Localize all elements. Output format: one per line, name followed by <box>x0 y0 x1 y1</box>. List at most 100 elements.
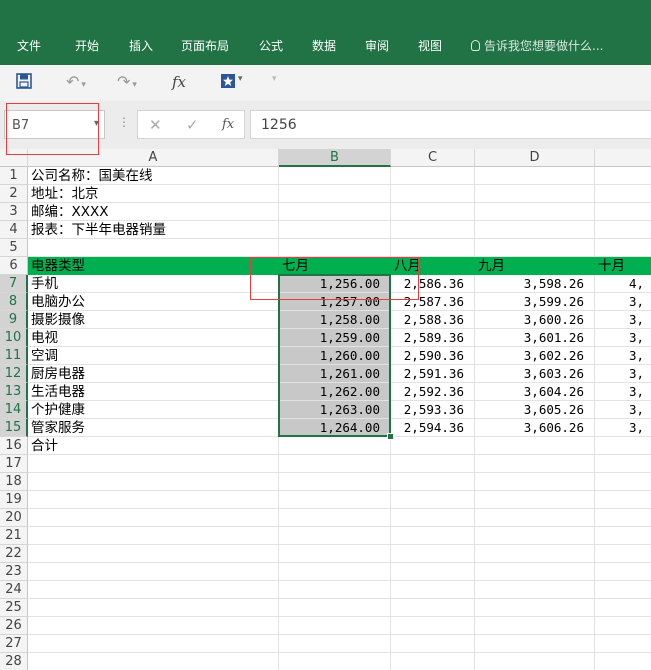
header-cell[interactable]: 九月 <box>475 257 595 275</box>
cell[interactable] <box>391 635 475 653</box>
row-header[interactable]: 3 <box>0 203 28 221</box>
column-header[interactable] <box>595 149 651 167</box>
cell[interactable] <box>279 617 391 635</box>
value-cell[interactable]: 3, <box>595 383 651 401</box>
cell[interactable] <box>279 185 391 203</box>
tab-review[interactable]: 审阅 <box>365 37 389 54</box>
cell[interactable] <box>595 581 651 599</box>
cell[interactable] <box>28 473 279 491</box>
row-header[interactable]: 18 <box>0 473 28 491</box>
row-header[interactable]: 19 <box>0 491 28 509</box>
cell[interactable] <box>279 581 391 599</box>
value-cell[interactable]: 3,606.26 <box>475 419 595 437</box>
cell[interactable] <box>475 167 595 185</box>
row-header[interactable]: 7 <box>0 275 28 293</box>
cell[interactable] <box>595 239 651 257</box>
value-cell[interactable]: 2,593.36 <box>391 401 475 419</box>
cell[interactable] <box>391 239 475 257</box>
column-header[interactable]: B <box>279 149 391 167</box>
value-cell[interactable]: 3,604.26 <box>475 383 595 401</box>
cell[interactable] <box>391 527 475 545</box>
row-header[interactable]: 24 <box>0 581 28 599</box>
cell[interactable] <box>391 455 475 473</box>
value-cell[interactable]: 2,592.36 <box>391 383 475 401</box>
cell[interactable] <box>475 617 595 635</box>
value-cell[interactable]: 3,605.26 <box>475 401 595 419</box>
value-cell[interactable]: 3, <box>595 311 651 329</box>
row-header[interactable]: 4 <box>0 221 28 239</box>
undo-icon[interactable]: ↶ ▾ <box>66 72 86 91</box>
value-cell[interactable]: 3,600.26 <box>475 311 595 329</box>
formula-input[interactable]: 1256 <box>250 110 651 139</box>
tab-view[interactable]: 视图 <box>418 37 442 54</box>
value-cell[interactable]: 3,598.26 <box>475 275 595 293</box>
enter-icon[interactable]: ✓ <box>186 116 199 134</box>
cell[interactable] <box>28 527 279 545</box>
cell[interactable] <box>391 509 475 527</box>
cell[interactable] <box>28 635 279 653</box>
cell[interactable] <box>279 239 391 257</box>
cell[interactable] <box>475 527 595 545</box>
info-cell[interactable]: 公司名称：国美在线 <box>28 167 279 185</box>
category-cell[interactable]: 个护健康 <box>28 401 279 419</box>
cell[interactable] <box>391 563 475 581</box>
category-cell[interactable]: 电脑办公 <box>28 293 279 311</box>
value-cell[interactable]: 3, <box>595 347 651 365</box>
category-cell[interactable]: 生活电器 <box>28 383 279 401</box>
value-cell[interactable]: 1,260.00 <box>279 347 391 365</box>
cell[interactable] <box>279 653 391 670</box>
cell[interactable] <box>475 491 595 509</box>
row-header[interactable]: 16 <box>0 437 28 455</box>
value-cell[interactable]: 2,591.36 <box>391 365 475 383</box>
column-header[interactable]: C <box>391 149 475 167</box>
cell[interactable] <box>391 185 475 203</box>
cell[interactable] <box>28 599 279 617</box>
value-cell[interactable]: 1,263.00 <box>279 401 391 419</box>
cell[interactable] <box>595 563 651 581</box>
header-cell[interactable]: 电器类型 <box>28 257 279 275</box>
row-header[interactable]: 28 <box>0 653 28 670</box>
value-cell[interactable]: 2,589.36 <box>391 329 475 347</box>
cell[interactable] <box>475 635 595 653</box>
cell[interactable] <box>391 167 475 185</box>
row-header[interactable]: 6 <box>0 257 28 275</box>
cell[interactable] <box>595 491 651 509</box>
fill-handle[interactable] <box>387 433 394 440</box>
row-header[interactable]: 9 <box>0 311 28 329</box>
redo-icon[interactable]: ↷ ▾ <box>117 72 137 91</box>
cell[interactable] <box>391 221 475 239</box>
cell[interactable] <box>279 167 391 185</box>
cell[interactable] <box>279 635 391 653</box>
cell[interactable] <box>28 617 279 635</box>
cell[interactable] <box>475 563 595 581</box>
category-cell[interactable]: 空调 <box>28 347 279 365</box>
cell[interactable] <box>595 437 651 455</box>
tab-data[interactable]: 数据 <box>312 37 336 54</box>
value-cell[interactable]: 3,603.26 <box>475 365 595 383</box>
cell[interactable] <box>595 185 651 203</box>
save-icon[interactable] <box>16 73 32 93</box>
more-icon[interactable]: ⋮ <box>118 115 130 129</box>
cell[interactable] <box>475 581 595 599</box>
cell[interactable] <box>595 473 651 491</box>
tell-me-box[interactable]: 告诉我您想要做什么... <box>471 37 603 54</box>
value-cell[interactable]: 3, <box>595 401 651 419</box>
tab-page-layout[interactable]: 页面布局 <box>181 37 229 54</box>
value-cell[interactable]: 3,601.26 <box>475 329 595 347</box>
value-cell[interactable]: 2,590.36 <box>391 347 475 365</box>
cell[interactable] <box>391 203 475 221</box>
worksheet-grid[interactable]: A B C D 1 公司名称：国美在线 2 地址：北京 3 邮编：XXXX 4 报表：下半年电器销量 5… <box>0 149 651 670</box>
value-cell[interactable]: 2,594.36 <box>391 419 475 437</box>
info-cell[interactable]: 邮编：XXXX <box>28 203 279 221</box>
row-header[interactable]: 22 <box>0 545 28 563</box>
cell[interactable] <box>595 167 651 185</box>
cell[interactable] <box>279 527 391 545</box>
column-header[interactable]: D <box>475 149 595 167</box>
value-cell[interactable]: 2,588.36 <box>391 311 475 329</box>
row-header[interactable]: 17 <box>0 455 28 473</box>
category-cell[interactable]: 管家服务 <box>28 419 279 437</box>
cell[interactable] <box>279 437 391 455</box>
row-header[interactable]: 25 <box>0 599 28 617</box>
header-cell[interactable]: 十月 <box>595 257 651 275</box>
cell[interactable] <box>475 653 595 670</box>
